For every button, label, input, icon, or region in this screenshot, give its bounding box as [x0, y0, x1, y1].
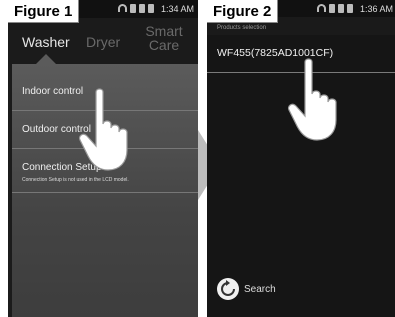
- tab-washer[interactable]: Washer: [22, 34, 70, 50]
- signal-icon: [139, 4, 145, 13]
- status-icons: [317, 4, 353, 14]
- battery-icon: [148, 4, 154, 13]
- wifi-icon: [317, 4, 326, 12]
- pointing-hand-icon: [78, 88, 128, 171]
- tab-smart-care-label: Smart Care: [145, 23, 183, 53]
- menu-item-note: Connection Setup is not used in the LCD …: [22, 177, 129, 183]
- signal-icon: [338, 4, 344, 13]
- battery-icon: [347, 4, 353, 13]
- tab-dryer[interactable]: Dryer: [86, 34, 120, 50]
- sim-icon: [329, 4, 335, 13]
- phone-screen-figure-2: Figure 2 1:36 AM Products selection WF45…: [207, 0, 395, 317]
- phone-screen-figure-1: Figure 1 1:34 AM Washer Dryer Smart Care…: [8, 0, 198, 317]
- tab-smart-care[interactable]: Smart Care: [144, 24, 184, 52]
- search-label[interactable]: Search: [244, 284, 276, 295]
- wifi-icon: [118, 4, 127, 12]
- popup-notch: [36, 54, 56, 64]
- pointing-hand-icon: [287, 58, 337, 141]
- status-icons: [118, 4, 154, 14]
- status-clock: 1:34 AM: [160, 4, 194, 14]
- status-clock: 1:36 AM: [359, 4, 393, 14]
- search-bar[interactable]: Search: [207, 267, 395, 317]
- menu-item-label: Indoor control: [22, 86, 84, 97]
- figure-label: Figure 1: [8, 0, 80, 23]
- figure-label: Figure 2: [207, 0, 279, 23]
- refresh-search-icon[interactable]: [217, 278, 239, 300]
- sim-icon: [130, 4, 136, 13]
